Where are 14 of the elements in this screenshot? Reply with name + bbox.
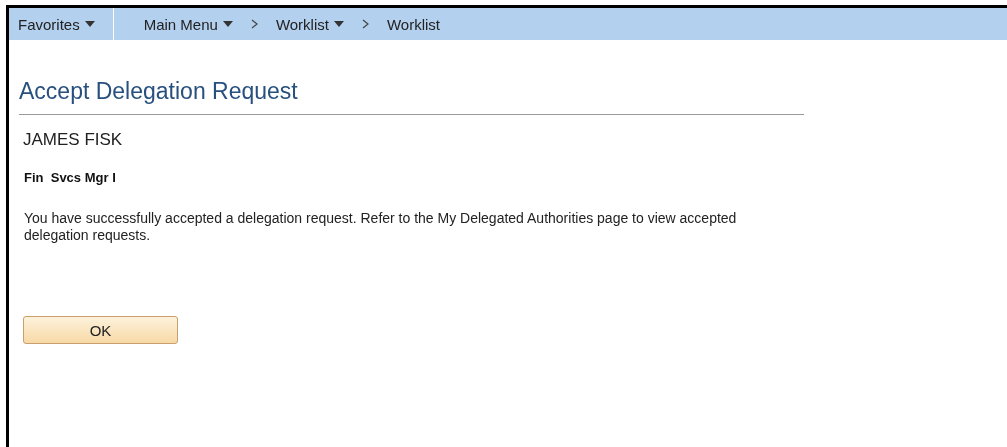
caret-icon bbox=[84, 21, 95, 27]
caret-icon bbox=[333, 21, 344, 27]
page-title: Accept Delegation Request bbox=[19, 78, 804, 115]
menu-item[interactable]: Worklist bbox=[275, 15, 344, 33]
breadcrumb-link[interactable]: Worklist bbox=[386, 15, 440, 33]
ok-button[interactable]: OK bbox=[23, 316, 178, 344]
role-label: Fin Svcs Mgr I bbox=[24, 170, 117, 185]
chevron-icon bbox=[250, 19, 258, 29]
person-name: JAMES FISK bbox=[23, 130, 124, 150]
chevron-icon bbox=[361, 19, 369, 29]
confirmation-message: You have successfully accepted a delegation request. Refer to the My Delegated Authorities page to view accepted delegation requests. bbox=[24, 210, 738, 244]
caret-icon bbox=[222, 21, 233, 27]
menu-item[interactable]: Main Menu bbox=[143, 15, 233, 33]
menu-item[interactable]: Favorites bbox=[18, 15, 95, 33]
